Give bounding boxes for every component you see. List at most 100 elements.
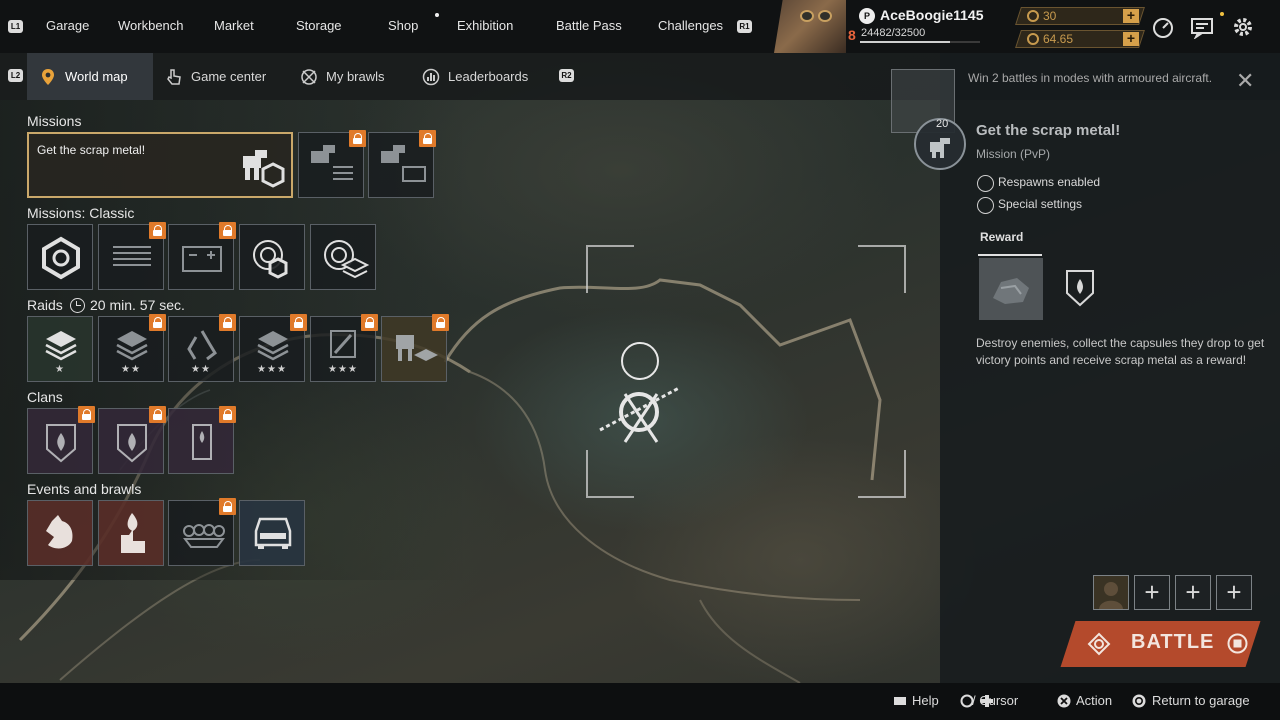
shop-notification-dot xyxy=(435,13,439,17)
lock-icon xyxy=(290,314,307,331)
player-level: 8 xyxy=(848,27,856,43)
raid-2[interactable]: ★★ xyxy=(98,314,166,382)
crew-slot-avatar[interactable] xyxy=(1093,575,1129,610)
clock-icon xyxy=(70,298,85,313)
clan-mission-3[interactable] xyxy=(168,406,236,474)
battle-crosshair-icon xyxy=(1087,632,1111,656)
classic-mission-2[interactable] xyxy=(98,222,166,290)
l1-button-icon[interactable]: L1 xyxy=(8,20,23,33)
hexagon-nut-icon xyxy=(42,236,80,280)
missions-heading: Missions xyxy=(27,113,82,129)
lock-icon xyxy=(149,406,166,423)
tab-my-brawls[interactable]: My brawls xyxy=(288,53,397,100)
nav-shop[interactable]: Shop xyxy=(388,18,418,33)
buy-coins-button[interactable]: + xyxy=(1123,7,1139,23)
mission-locked-1[interactable] xyxy=(298,130,366,198)
clan-shield-icon xyxy=(1066,270,1094,307)
raid-4[interactable]: ★★★ xyxy=(239,314,307,382)
classic-mission-3[interactable] xyxy=(168,222,236,290)
notification-text: Win 2 battles in modes with armoured air… xyxy=(968,71,1213,85)
nav-battle-pass[interactable]: Battle Pass xyxy=(556,18,622,33)
mission-get-scrap-metal[interactable]: Get the scrap metal! xyxy=(27,132,293,198)
messages-notification-dot xyxy=(1220,12,1224,16)
l2-button-icon[interactable]: L2 xyxy=(8,69,23,82)
buy-fuel-button[interactable]: + xyxy=(1123,30,1139,46)
messages-icon[interactable] xyxy=(1190,15,1214,39)
hint-action[interactable]: Action xyxy=(1076,693,1112,708)
leaderboard-icon xyxy=(422,68,440,85)
nav-exhibition[interactable]: Exhibition xyxy=(457,18,513,33)
feature-respawns: Respawns enabled xyxy=(998,175,1101,189)
star-rating-2: ★★ xyxy=(121,364,141,375)
coins-value: 30 xyxy=(1043,9,1057,23)
tab-game-center[interactable]: Game center xyxy=(153,53,278,100)
xp-progress-bar xyxy=(860,41,980,43)
clan-mission-1[interactable] xyxy=(27,406,95,474)
close-icon[interactable]: ✕ xyxy=(1236,68,1254,94)
tab-leaderboards[interactable]: Leaderboards xyxy=(410,53,540,100)
coin-icon xyxy=(1027,10,1039,22)
event-brass-knuckles[interactable] xyxy=(168,498,236,566)
player-avatar[interactable] xyxy=(774,0,846,53)
mission-locked-2[interactable] xyxy=(368,130,436,198)
map-cursor-circle[interactable] xyxy=(621,342,659,380)
reward-tab[interactable]: Reward xyxy=(978,230,1042,256)
raid-1[interactable]: ★ xyxy=(27,316,93,382)
add-slot-3-button[interactable]: + xyxy=(1216,575,1252,610)
map-pin-icon xyxy=(42,68,54,85)
hint-cursor[interactable]: / Cursor xyxy=(972,693,1018,708)
raid-5[interactable]: ★★★ xyxy=(310,314,378,382)
hint-return-to-garage[interactable]: Return to garage xyxy=(1152,693,1250,708)
mission-location-marker-icon[interactable] xyxy=(595,380,685,450)
r2-button-icon[interactable]: R2 xyxy=(559,69,574,82)
missions-classic-heading: Missions: Classic xyxy=(27,205,135,221)
nav-challenges[interactable]: Challenges xyxy=(658,18,723,33)
raid-3[interactable]: ★★ xyxy=(168,314,236,382)
fuel-counter: 64.65 + xyxy=(1015,30,1145,48)
tab-world-map[interactable]: World map xyxy=(27,53,153,100)
target-nut-icon xyxy=(253,240,288,279)
nav-storage[interactable]: Storage xyxy=(296,18,342,33)
star-rating-2: ★★ xyxy=(191,364,211,375)
fuel-icon xyxy=(1027,33,1039,45)
player-username: AceBoogie1145 xyxy=(880,7,984,23)
classic-mission-1[interactable] xyxy=(27,224,93,290)
nav-garage[interactable]: Garage xyxy=(46,18,89,33)
lock-icon xyxy=(432,314,449,331)
lock-icon xyxy=(361,314,378,331)
feature-special-settings: Special settings xyxy=(998,197,1083,211)
reward-scrap-metal-tile[interactable] xyxy=(979,258,1043,320)
add-slot-1-button[interactable]: + xyxy=(1134,575,1170,610)
square-button-icon xyxy=(1227,633,1248,654)
lock-icon xyxy=(219,222,236,239)
tab-world-map-label: World map xyxy=(65,69,128,84)
nav-workbench[interactable]: Workbench xyxy=(118,18,184,33)
raid-6[interactable] xyxy=(381,314,449,382)
r1-button-icon[interactable]: R1 xyxy=(737,20,752,33)
reticle-corner-br xyxy=(858,450,906,498)
hint-help[interactable]: Help xyxy=(912,693,939,708)
car-icon xyxy=(254,517,292,549)
speedometer-icon[interactable] xyxy=(1151,15,1175,39)
events-heading: Events and brawls xyxy=(27,481,142,497)
event-car[interactable] xyxy=(239,500,305,566)
mech-scrap-icon xyxy=(243,150,285,188)
event-rooster[interactable] xyxy=(27,500,93,566)
rooster-icon xyxy=(46,515,73,549)
coins-counter: 30 + xyxy=(1015,7,1145,25)
clan-mission-2[interactable] xyxy=(98,406,166,474)
mission-mode: Mission (PvP) xyxy=(976,147,1051,161)
settings-icon xyxy=(977,197,994,214)
lock-icon xyxy=(149,222,166,239)
classic-mission-4[interactable] xyxy=(239,224,305,290)
classic-mission-5[interactable] xyxy=(310,224,376,290)
battle-button-label[interactable]: BATTLE xyxy=(1131,631,1214,654)
xp-progress-fill xyxy=(860,41,951,43)
event-thumbs-fire[interactable] xyxy=(98,500,164,566)
add-slot-2-button[interactable]: + xyxy=(1175,575,1211,610)
fire-thumbs-up-icon xyxy=(121,513,145,553)
mission-title: Get the scrap metal! xyxy=(976,122,1121,139)
gear-icon[interactable] xyxy=(1231,15,1255,39)
featured-mission-label: Get the scrap metal! xyxy=(37,143,146,157)
nav-market[interactable]: Market xyxy=(214,18,254,33)
